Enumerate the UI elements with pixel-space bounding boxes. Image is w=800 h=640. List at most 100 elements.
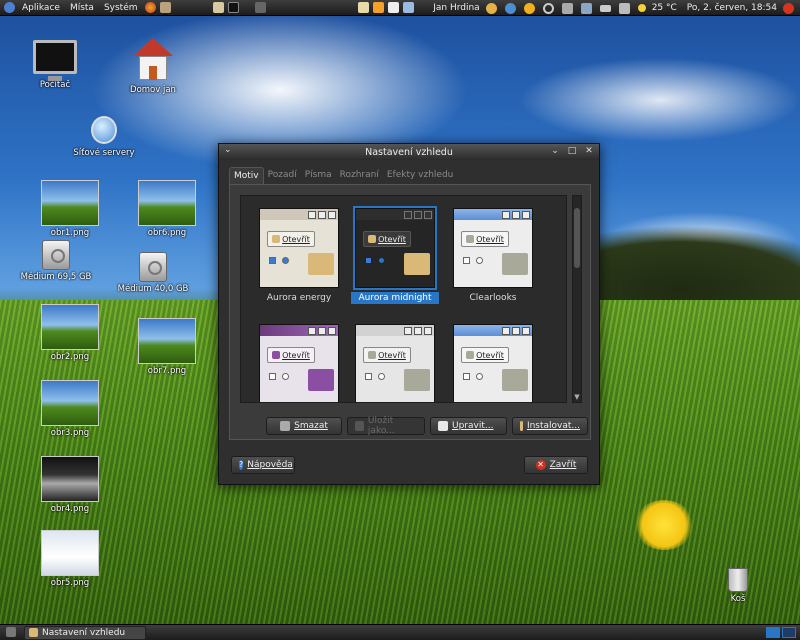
text-icon[interactable] bbox=[387, 2, 399, 13]
terminal-icon[interactable] bbox=[227, 2, 239, 13]
dialog-title: Nastavení vzhledu bbox=[365, 146, 453, 158]
delete-button[interactable]: Smazat bbox=[266, 417, 342, 435]
theme-item-classic-gray[interactable]: Otevřít bbox=[351, 324, 439, 402]
folder-icon bbox=[502, 253, 528, 275]
desktop-icon-obr2[interactable]: obr2.png bbox=[40, 304, 100, 362]
theme-grid-scrollbar[interactable]: ▼ bbox=[572, 195, 582, 403]
edit-icon bbox=[438, 421, 448, 431]
theme-preview: Otevřít bbox=[453, 208, 533, 288]
trash-icon bbox=[280, 421, 291, 431]
theme-item-blue[interactable]: Otevřít bbox=[449, 324, 537, 402]
theme-item-clearlooks[interactable]: Otevřít Clearlooks bbox=[449, 208, 537, 304]
preview-open-button: Otevřít bbox=[363, 231, 411, 247]
desktop-icon-label: obr2.png bbox=[50, 352, 90, 362]
install-button[interactable]: Instalovat... bbox=[512, 417, 588, 435]
notes-icon[interactable] bbox=[357, 2, 369, 13]
theme-preview: Otevřít bbox=[453, 324, 533, 402]
package-icon[interactable] bbox=[159, 2, 171, 13]
preview-open-button: Otevřít bbox=[461, 347, 509, 363]
theme-preview: Otevřít bbox=[353, 206, 437, 290]
sun-icon bbox=[637, 4, 646, 12]
tab-background[interactable]: Pozadí bbox=[264, 167, 301, 184]
menu-system[interactable]: Systém bbox=[99, 3, 143, 13]
editor-icon[interactable] bbox=[212, 2, 224, 13]
folder-icon bbox=[308, 369, 334, 391]
desktop-icon-obr6[interactable]: obr6.png bbox=[137, 180, 197, 238]
desktop-icon-obr1[interactable]: obr1.png bbox=[40, 180, 100, 238]
image-thumbnail bbox=[41, 304, 99, 350]
desktop-icon-drive-2[interactable]: Médium 40,0 GB bbox=[113, 252, 193, 294]
theme-item-aurora-midnight[interactable]: Otevřít Aurora midnight bbox=[351, 206, 439, 304]
gnome-foot-icon[interactable] bbox=[4, 2, 15, 13]
theme-label: Aurora midnight bbox=[351, 292, 439, 304]
folder-icon bbox=[404, 253, 430, 275]
temperature[interactable]: 25 °C bbox=[652, 3, 677, 13]
user-name[interactable]: Jan Hrdina bbox=[433, 3, 479, 13]
desktop-icon-home[interactable]: Domov jan bbox=[120, 38, 186, 95]
panel-tray: Jan Hrdina 25 °C Po, 2. červen, 18:54 bbox=[433, 0, 796, 16]
close-button[interactable]: ✕ Zavřít bbox=[524, 456, 588, 474]
show-desktop-icon[interactable] bbox=[6, 627, 16, 637]
image-thumbnail bbox=[138, 180, 196, 226]
theme-tab-panel: Otevřít Aurora energy Otevřít Aurora mid… bbox=[229, 184, 591, 440]
scrollbar-thumb[interactable] bbox=[574, 208, 580, 268]
customize-button[interactable]: Upravit... bbox=[430, 417, 507, 435]
apps-grid-icon[interactable] bbox=[561, 2, 573, 14]
workspace-2[interactable] bbox=[782, 627, 796, 638]
volume-icon[interactable] bbox=[618, 2, 630, 14]
image-icon[interactable] bbox=[402, 2, 414, 13]
help-button[interactable]: ? Nápověda bbox=[231, 456, 295, 474]
save-icon bbox=[355, 421, 364, 431]
search-icon[interactable] bbox=[542, 2, 554, 14]
desktop-icon-computer[interactable]: Počítač bbox=[22, 40, 88, 90]
desktop-icon-network[interactable]: Síťové servery bbox=[68, 116, 140, 158]
desktop-icon-label: obr5.png bbox=[50, 578, 90, 588]
firefox-icon[interactable] bbox=[144, 2, 156, 13]
theme-item-purple[interactable]: Otevřít bbox=[255, 324, 343, 402]
battery-icon[interactable] bbox=[599, 4, 611, 12]
tab-interface[interactable]: Rozhraní bbox=[336, 167, 383, 184]
tab-visual-effects[interactable]: Efekty vzhledu bbox=[383, 167, 458, 184]
document-icon[interactable] bbox=[372, 2, 384, 13]
theme-item-aurora-energy[interactable]: Otevřít Aurora energy bbox=[255, 208, 343, 304]
desktop-icon-drive-1[interactable]: Médium 69,5 GB bbox=[16, 240, 96, 282]
desktop-icon-obr4[interactable]: obr4.png bbox=[40, 456, 100, 514]
save-as-button[interactable]: Uložit jako... bbox=[347, 416, 425, 436]
display-icon[interactable] bbox=[580, 2, 592, 14]
theme-grid: Otevřít Aurora energy Otevřít Aurora mid… bbox=[240, 195, 567, 403]
preview-open-button: Otevřít bbox=[363, 347, 411, 363]
top-panel: Aplikace Místa Systém Jan Hrdina 25 °C P… bbox=[0, 0, 800, 16]
folder-icon bbox=[272, 351, 281, 359]
eject-icon[interactable] bbox=[254, 2, 266, 13]
minimize-icon[interactable]: ⌄ bbox=[549, 145, 561, 157]
desktop-icon-label: Médium 40,0 GB bbox=[117, 284, 189, 294]
dandelion-flower bbox=[634, 500, 694, 550]
desktop-icon-label: obr7.png bbox=[147, 366, 187, 376]
tab-fonts[interactable]: Písma bbox=[301, 167, 336, 184]
menu-places[interactable]: Místa bbox=[65, 3, 99, 13]
network-status-icon[interactable] bbox=[504, 2, 516, 14]
desktop-icon-obr5[interactable]: obr5.png bbox=[40, 530, 100, 588]
scroll-down-icon[interactable]: ▼ bbox=[573, 393, 581, 401]
desktop-icon-label: Domov jan bbox=[130, 85, 176, 95]
chat-icon[interactable] bbox=[485, 2, 497, 14]
shutdown-icon[interactable] bbox=[783, 2, 794, 14]
weather-sun-icon[interactable] bbox=[523, 2, 535, 14]
desktop-icon-obr7[interactable]: obr7.png bbox=[137, 318, 197, 376]
desktop-icon-obr3[interactable]: obr3.png bbox=[40, 380, 100, 438]
window-menu-icon[interactable]: ⌄ bbox=[224, 145, 236, 157]
menu-applications[interactable]: Aplikace bbox=[17, 3, 65, 13]
close-icon[interactable]: ✕ bbox=[583, 145, 595, 157]
tab-bar: Motiv Pozadí Písma Rozhraní Efekty vzhle… bbox=[229, 167, 457, 184]
appearance-icon bbox=[29, 628, 38, 637]
folder-icon bbox=[466, 351, 475, 359]
tab-theme[interactable]: Motiv bbox=[229, 167, 264, 184]
workspace-1[interactable] bbox=[766, 627, 780, 638]
taskbar-item-appearance[interactable]: Nastavení vzhledu bbox=[24, 625, 146, 640]
desktop-icon-trash[interactable]: Koš bbox=[720, 568, 756, 604]
dialog-titlebar[interactable]: ⌄ Nastavení vzhledu ⌄ □ ✕ bbox=[219, 144, 599, 160]
clock[interactable]: Po, 2. červen, 18:54 bbox=[687, 3, 777, 13]
drive-icon bbox=[42, 240, 70, 270]
home-folder-icon bbox=[133, 38, 173, 82]
maximize-icon[interactable]: □ bbox=[566, 145, 578, 157]
